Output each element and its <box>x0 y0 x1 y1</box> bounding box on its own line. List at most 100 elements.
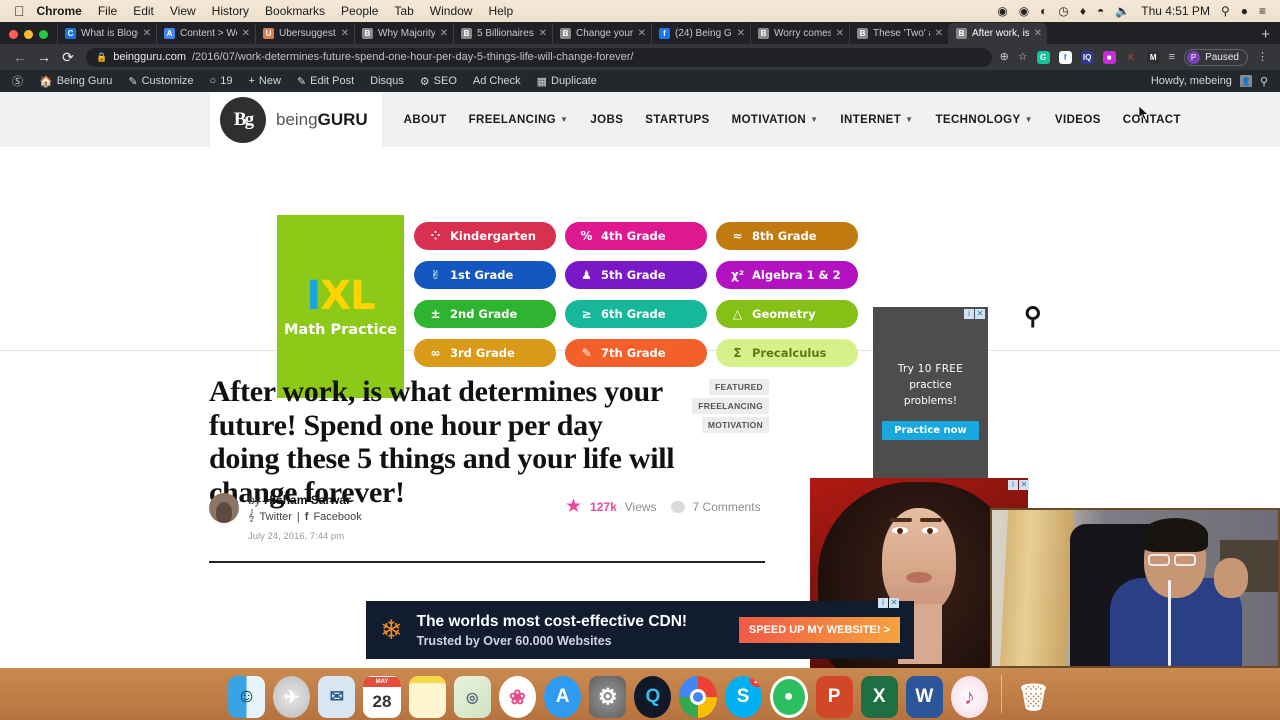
dock-item-excel[interactable]: X <box>860 676 898 718</box>
siri-icon[interactable]: ● <box>1241 5 1248 17</box>
wpadmin-edit-post[interactable]: ✎ Edit Post <box>289 75 362 88</box>
dock-item-system-preferences[interactable]: ⚙ <box>589 676 627 718</box>
browser-tab[interactable]: B Change your friend ✕ <box>552 23 651 44</box>
page-zoom-icon[interactable]: ⊕ <box>1000 51 1009 63</box>
reload-button[interactable]: ⟳ <box>56 49 80 66</box>
tab-close-icon[interactable]: ✕ <box>737 28 745 39</box>
notification-center-icon[interactable]: ≡ <box>1259 5 1266 17</box>
tab-close-icon[interactable]: ✕ <box>638 28 646 39</box>
category-badge-featured[interactable]: FEATURED <box>708 379 769 395</box>
ixl-pill-2nd-grade[interactable]: ±2nd Grade <box>414 300 556 328</box>
ixl-pill-4th-grade[interactable]: % 4th Grade <box>565 222 707 250</box>
apple-logo-icon[interactable]:  <box>14 4 25 18</box>
dock-item-notes[interactable] <box>408 676 446 718</box>
dock-item-skype[interactable]: S2 <box>724 676 762 718</box>
browser-tab[interactable]: C What is Blogging? ✕ <box>57 23 156 44</box>
wpadmin-site-name[interactable]: 🏠 Being Guru <box>31 75 120 88</box>
category-badge-motivation[interactable]: MOTIVATION <box>701 417 769 433</box>
adchoices-sidebar[interactable]: i ✕ <box>1008 480 1029 490</box>
ixl-pill-8th-grade[interactable]: ≈8th Grade <box>716 222 858 250</box>
tab-close-icon[interactable]: ✕ <box>341 28 349 39</box>
wpadmin-customize[interactable]: ✎ Customize <box>120 75 201 88</box>
address-bar[interactable]: 🔒 beingguru.com/2016/07/work-determines-… <box>86 47 992 67</box>
adchoices-bottom[interactable]: i ✕ <box>878 598 899 608</box>
menu-bar-clock[interactable]: Thu 4:51 PM <box>1141 4 1210 18</box>
dock-item-launchpad[interactable]: ✈ <box>273 676 311 718</box>
minimize-window-button[interactable] <box>24 30 33 39</box>
speed-up-my-website-button[interactable]: SPEED UP MY WEBSITE! > <box>738 617 900 643</box>
adchoices-close-icon[interactable]: ✕ <box>975 309 985 319</box>
menu-item-edit[interactable]: Edit <box>133 4 154 18</box>
category-badge-freelancing[interactable]: FREELANCING <box>692 398 769 414</box>
wpadmin-disqus[interactable]: Disqus <box>362 75 412 87</box>
nav-item-about[interactable]: ABOUT <box>404 114 447 126</box>
menu-item-tab[interactable]: Tab <box>394 4 413 18</box>
new-tab-button[interactable]: + <box>1251 27 1280 44</box>
forward-button[interactable]: → <box>32 49 56 65</box>
adchoices-info-icon[interactable]: i <box>1008 480 1018 490</box>
menu-item-help[interactable]: Help <box>488 4 513 18</box>
comments-count[interactable]: 7 Comments <box>693 500 761 514</box>
ixl-promo-box[interactable]: Try 10 FREE practice problems! Practice … <box>873 307 988 496</box>
facebook-link[interactable]: Facebook <box>313 511 361 523</box>
adchoices-info-icon[interactable]: i <box>878 598 888 608</box>
screenflow-icon[interactable]: ◐ <box>1040 5 1047 17</box>
nav-item-motivation[interactable]: MOTIVATION ▼ <box>732 114 819 126</box>
bottom-advertisement[interactable]: ❄ The worlds most cost-effective CDN! Tr… <box>366 601 914 659</box>
presenter-webcam-overlay[interactable] <box>990 508 1280 668</box>
tab-close-icon[interactable]: ✕ <box>242 28 250 39</box>
adchoices-top[interactable]: i ✕ <box>964 309 985 319</box>
nav-item-contact[interactable]: CONTACT <box>1123 114 1181 126</box>
browser-tab-active[interactable]: B After work, is what ✕ <box>948 23 1047 44</box>
zoom-window-button[interactable] <box>39 30 48 39</box>
nav-item-videos[interactable]: VIDEOS <box>1055 114 1101 126</box>
browser-tab[interactable]: B Why Majority Of St ✕ <box>354 23 453 44</box>
seoquake-extension-icon[interactable]: IQ <box>1080 50 1094 64</box>
ixl-pill-1st-grade[interactable]: ✌ 1st Grade <box>414 261 556 289</box>
profile-button[interactable]: P Paused <box>1184 48 1248 66</box>
close-window-button[interactable] <box>9 30 18 39</box>
keywords-extension-icon[interactable]: K <box>1125 51 1138 64</box>
ixl-pill-6th-grade[interactable]: ≥6th Grade <box>565 300 707 328</box>
practice-now-button[interactable]: Practice now <box>882 421 979 440</box>
menu-item-history[interactable]: History <box>212 4 249 18</box>
browser-tab[interactable]: B Worry comes from ✕ <box>750 23 849 44</box>
back-button[interactable]: ← <box>8 49 32 65</box>
mozbar-extension-icon[interactable]: ■ <box>1102 50 1116 64</box>
bluetooth-icon[interactable]: ♦ <box>1080 5 1086 17</box>
nav-item-startups[interactable]: STARTUPS <box>645 114 709 126</box>
record-icon[interactable]: ◉ <box>997 5 1007 17</box>
author-name[interactable]: Hisham Sarwar <box>264 493 351 507</box>
kebab-menu-icon[interactable]: ⋮ <box>1257 51 1268 63</box>
dock-item-trash[interactable]: 🗑 <box>1015 676 1052 718</box>
site-logo[interactable]: Bg beingGURU <box>210 92 382 147</box>
nav-item-jobs[interactable]: JOBS <box>590 114 623 126</box>
wifi-icon[interactable]: ◓ <box>1097 5 1104 17</box>
tab-close-icon[interactable]: ✕ <box>935 28 943 39</box>
dock-item-word[interactable]: W <box>905 676 943 718</box>
timemachine-icon[interactable]: ◷ <box>1058 5 1068 17</box>
tab-close-icon[interactable]: ✕ <box>539 28 547 39</box>
browser-tab[interactable]: A Content > Web - B ✕ <box>156 23 255 44</box>
dock-item-maps[interactable]: ◎ <box>453 676 491 718</box>
spotlight-search-icon[interactable]: ⚲ <box>1221 5 1230 17</box>
volume-icon[interactable]: 🔈 <box>1115 5 1130 17</box>
tab-close-icon[interactable]: ✕ <box>143 28 151 39</box>
menu-item-people[interactable]: People <box>341 4 378 18</box>
wpadmin-duplicate[interactable]: ▦ Duplicate <box>529 75 605 88</box>
ixl-pill-kindergarten[interactable]: ⁘ Kindergarten <box>414 222 556 250</box>
bookmark-star-icon[interactable]: ☆ <box>1018 51 1028 63</box>
howdy-label[interactable]: Howdy, mebeing <box>1151 75 1232 87</box>
dock-item-mail[interactable]: ✉ <box>318 676 356 718</box>
menu-item-window[interactable]: Window <box>430 4 473 18</box>
wpadmin-ad-check[interactable]: Ad Check <box>465 75 529 87</box>
dock-item-evernote[interactable]: ● <box>769 676 808 718</box>
nav-item-technology[interactable]: TECHNOLOGY ▼ <box>935 114 1032 126</box>
cloud-sync-icon[interactable]: ◉ <box>1019 5 1029 17</box>
wpadmin-seo[interactable]: ⚙ SEO <box>412 75 465 88</box>
site-search-icon[interactable]: ⚲ <box>1024 302 1042 331</box>
wpadmin-new[interactable]: + New <box>240 75 288 87</box>
window-controls[interactable] <box>0 30 57 44</box>
tab-close-icon[interactable]: ✕ <box>1034 28 1042 39</box>
dock-item-powerpoint[interactable]: P <box>815 676 853 718</box>
